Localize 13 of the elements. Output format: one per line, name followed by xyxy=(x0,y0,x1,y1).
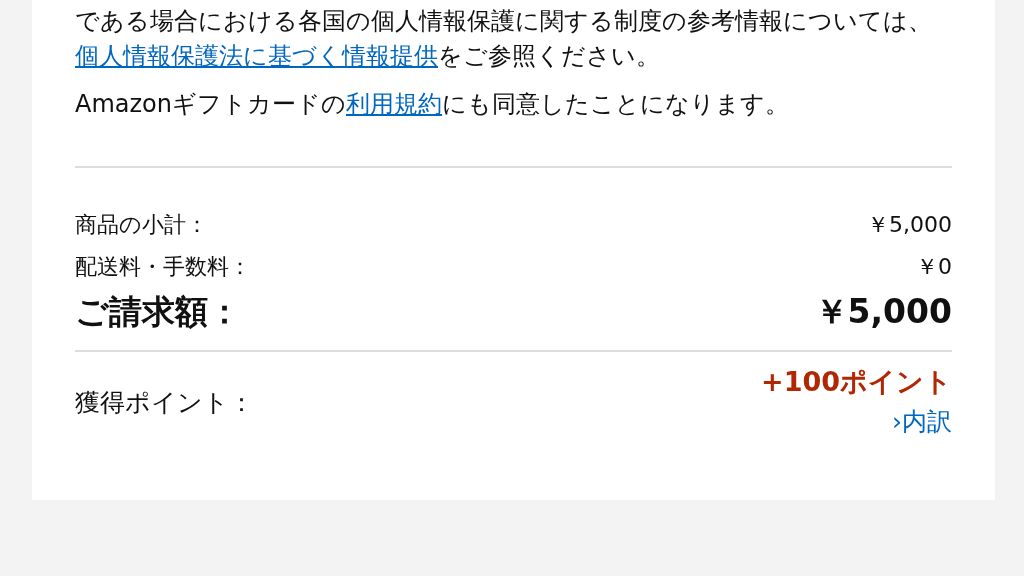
summary-amount: ￥0 xyxy=(916,253,952,281)
policy-link[interactable]: 個人情報保護法に基づく情報提供 xyxy=(75,42,438,70)
summary-label: 商品の小計： xyxy=(75,211,208,239)
points-value: +100ポイント xyxy=(761,365,952,399)
summary-amount: ￥5,000 xyxy=(867,211,952,239)
points-label: 獲得ポイント： xyxy=(75,386,254,419)
policy-link[interactable]: 利用規約 xyxy=(346,90,442,118)
total-amount: ￥5,000 xyxy=(814,291,952,333)
breakdown-link[interactable]: ›内訳 xyxy=(892,402,952,442)
total-label: ご請求額： xyxy=(75,291,241,333)
notice-text: である場合における各国の個人情報保護に関する制度の参考情報については、 個人情報保護法に基づく情報提供をご参照ください。 xyxy=(75,6,933,72)
summary-label: 配送料・手数料： xyxy=(75,253,251,281)
notice-text: Amazonギフトカードの利用規約にも同意したことになります。 xyxy=(75,89,790,120)
